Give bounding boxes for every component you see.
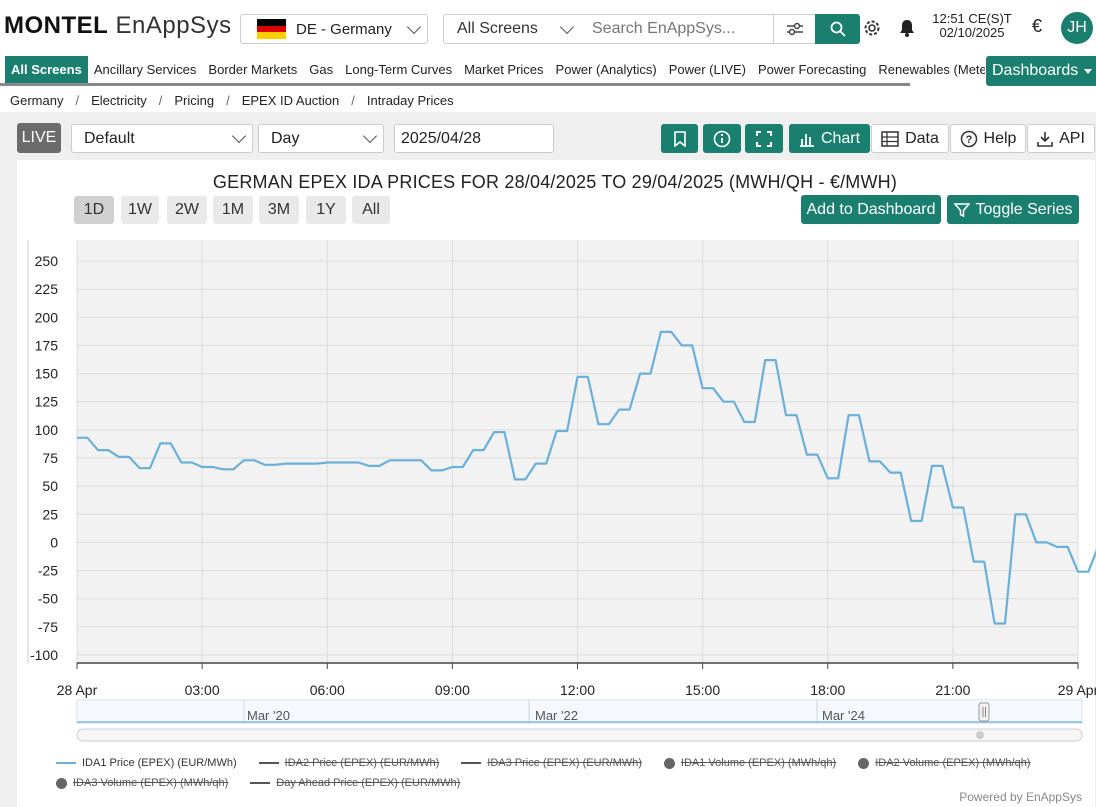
- navigator-label: Mar '22: [535, 708, 578, 723]
- y-tick-label: -75: [38, 619, 58, 635]
- y-tick-label: 75: [42, 450, 58, 466]
- legend-label: IDA3 Price (EPEX) (EUR/MWh): [487, 757, 642, 769]
- x-tick-label: 09:00: [435, 682, 470, 698]
- x-tick-label: 03:00: [185, 682, 220, 698]
- x-tick-label: 21:00: [935, 682, 970, 698]
- y-tick-label: 150: [35, 366, 59, 382]
- y-tick-label: 225: [35, 281, 59, 297]
- legend-label: Day Ahead Price (EPEX) (EUR/MWh): [276, 777, 461, 789]
- legend-line-icon: [258, 762, 279, 764]
- y-tick-label: -100: [30, 647, 58, 663]
- powered-by: Powered by EnAppSys: [959, 790, 1082, 804]
- legend-label: IDA2 Price (EPEX) (EUR/MWh): [284, 757, 440, 769]
- legend-item[interactable]: Day Ahead Price (EPEX) (EUR/MWh): [250, 777, 460, 789]
- x-tick-label: 18:00: [810, 682, 845, 698]
- legend-row: IDA1 Price (EPEX) (EUR/MWh) IDA2 Price (E…: [56, 753, 1096, 773]
- navigator-handle[interactable]: [978, 702, 990, 722]
- legend-item[interactable]: IDA1 Volume (EPEX) (MWh/qh): [663, 757, 837, 769]
- legend-item[interactable]: IDA3 Volume (EPEX) (MWh/qh): [56, 777, 228, 789]
- legend-row: IDA3 Volume (EPEX) (MWh/qh) Day Ahead Pri…: [56, 773, 1096, 793]
- legend-dot-icon: [858, 757, 870, 769]
- navigator-label: Mar '20: [247, 708, 290, 723]
- y-tick-label: -50: [38, 591, 58, 607]
- navigator-label: Mar '24: [822, 708, 865, 723]
- x-tick-label: 12:00: [560, 682, 595, 698]
- y-tick-label: 100: [35, 422, 59, 438]
- chart-legend: IDA1 Price (EPEX) (EUR/MWh) IDA2 Price (E…: [56, 753, 1096, 793]
- legend-label: IDA2 Volume (EPEX) (MWh/qh): [875, 757, 1031, 769]
- y-tick-label: 50: [42, 478, 58, 494]
- legend-item[interactable]: IDA2 Volume (EPEX) (MWh/qh): [858, 757, 1030, 769]
- legend-label: IDA1 Price (EPEX) (EUR/MWh): [82, 757, 237, 769]
- y-tick-label: 0: [50, 534, 58, 550]
- x-tick-label: 06:00: [310, 682, 345, 698]
- legend-line-icon: [56, 762, 76, 764]
- y-tick-label: 175: [35, 337, 59, 353]
- legend-line-icon: [461, 762, 482, 764]
- legend-label: IDA1 Volume (EPEX) (MWh/qh): [680, 757, 837, 769]
- y-tick-label: 250: [35, 253, 59, 269]
- x-tick-label: 29 Apr: [1058, 682, 1096, 698]
- y-tick-label: 25: [42, 506, 58, 522]
- legend-item[interactable]: IDA1 Price (EPEX) (EUR/MWh): [56, 757, 237, 769]
- x-tick-label: 28 Apr: [57, 682, 98, 698]
- legend-dot-icon: [56, 777, 67, 789]
- legend-dot-icon: [663, 757, 675, 769]
- y-tick-label: 125: [35, 394, 59, 410]
- y-tick-label: -25: [38, 563, 58, 579]
- navigator-scrollbar[interactable]: [76, 728, 1083, 742]
- legend-item[interactable]: IDA3 Price (EPEX) (EUR/MWh): [461, 757, 642, 769]
- x-tick-label: 15:00: [685, 682, 720, 698]
- navigator-scroll-thumb[interactable]: [976, 731, 984, 739]
- legend-item[interactable]: IDA2 Price (EPEX) (EUR/MWh): [258, 757, 440, 769]
- legend-label: IDA3 Volume (EPEX) (MWh/qh): [73, 777, 229, 789]
- navigator-mask: [77, 700, 1082, 723]
- price-chart[interactable]: 2502252001751501251007550250-25-50-75-10…: [0, 0, 1096, 807]
- legend-line-icon: [250, 782, 271, 784]
- y-tick-label: 200: [35, 309, 59, 325]
